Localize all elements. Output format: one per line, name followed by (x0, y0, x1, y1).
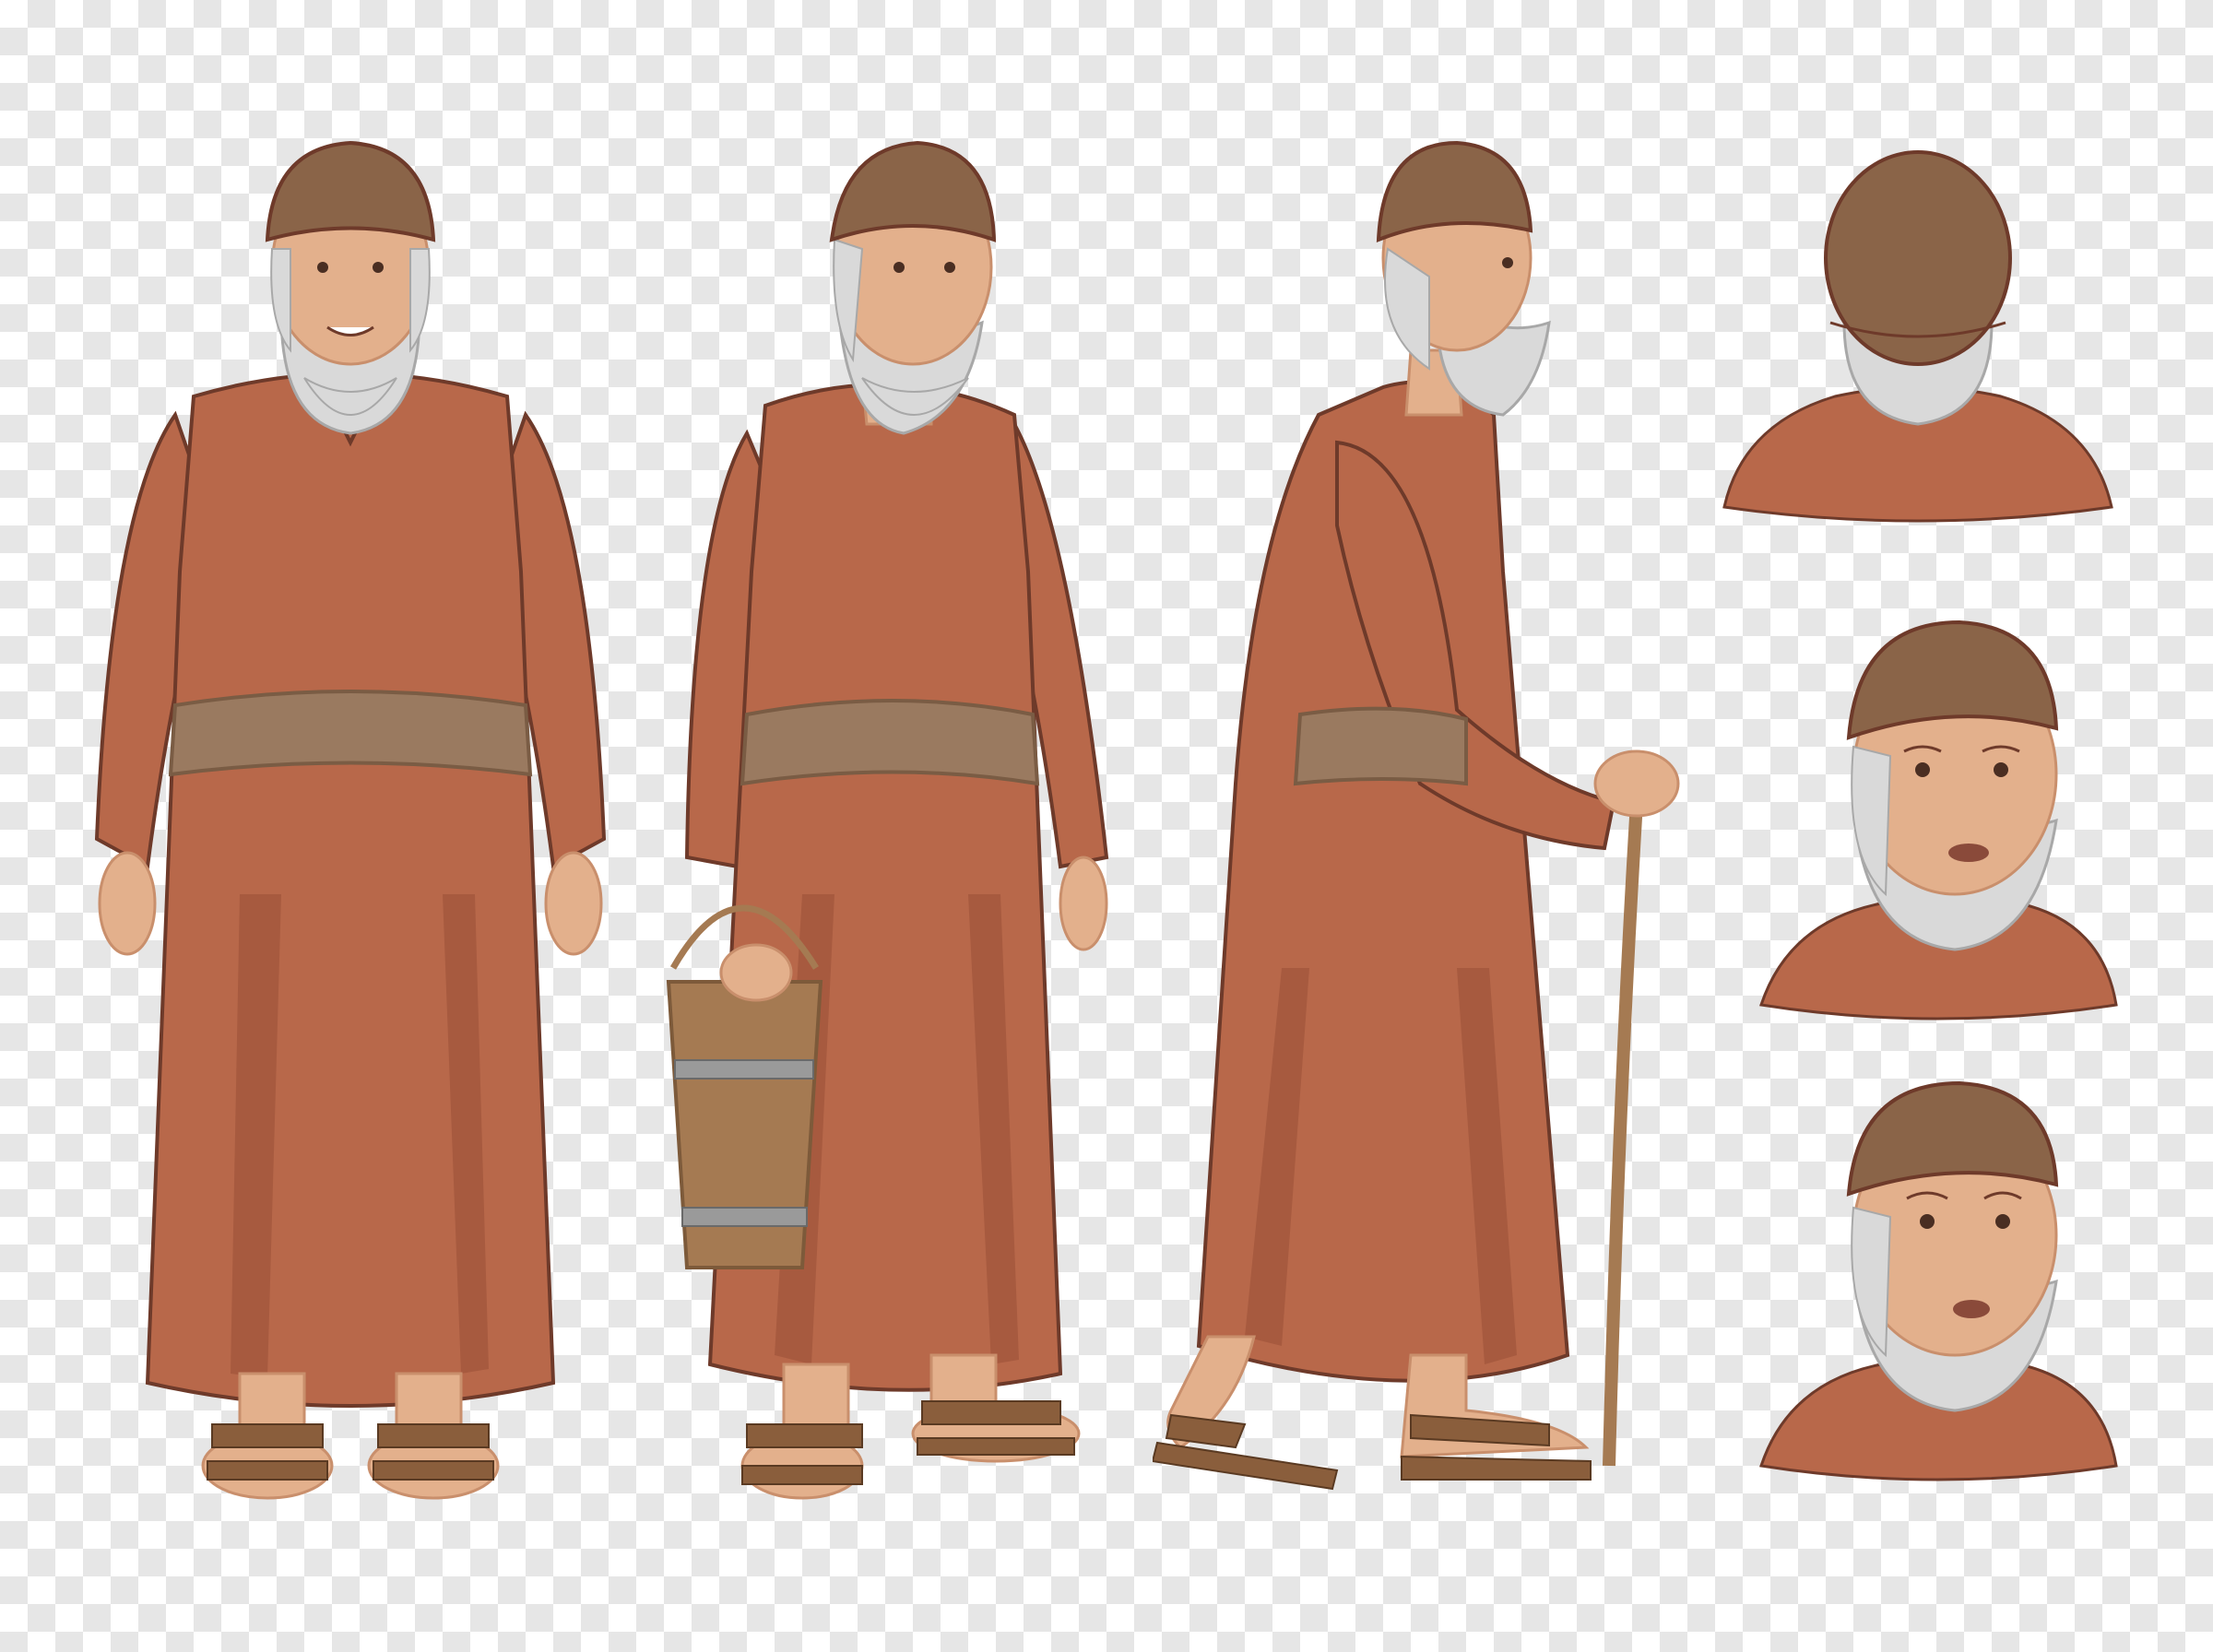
figure-side-icon (1153, 140, 1680, 1491)
figure-front-view (55, 138, 645, 1521)
head-three-quarter-up-icon (1759, 1080, 2118, 1481)
head-back-icon (1722, 150, 2113, 523)
figure-side-view (1153, 138, 1724, 1521)
figure-three-quarter-view (664, 138, 1125, 1521)
head-concerned-view (1752, 618, 2121, 1023)
head-back-view (1715, 148, 2121, 544)
character-sheet (0, 0, 2213, 1652)
figure-three-quarter-icon (666, 140, 1109, 1500)
head-looking-up-view (1752, 1079, 2121, 1484)
figure-front-icon (94, 140, 607, 1500)
head-three-quarter-icon (1759, 620, 2118, 1021)
